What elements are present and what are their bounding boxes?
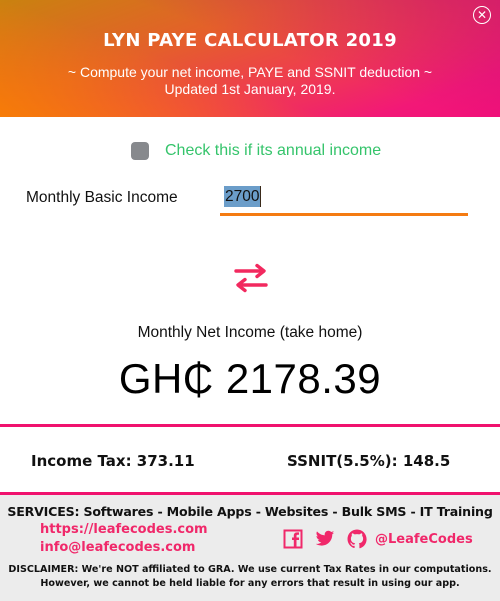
paye-calculator-window: LYN PAYE CALCULATOR 2019 ~ Compute your … xyxy=(0,0,500,601)
breakdown-top-divider xyxy=(0,424,500,427)
swap-arrows-icon[interactable] xyxy=(233,263,269,293)
disclaimer-line-2: However, we cannot be held liable for an… xyxy=(40,578,460,589)
disclaimer-line-1: DISCLAIMER: We're NOT affiliated to GRA.… xyxy=(8,564,492,575)
income-tax-value: Income Tax: 373.11 xyxy=(31,452,195,470)
annual-income-label[interactable]: Check this if its annual income xyxy=(165,142,381,160)
github-icon[interactable] xyxy=(347,529,367,549)
close-icon: ✕ xyxy=(476,8,488,22)
email-link[interactable]: info@leafecodes.com xyxy=(40,540,195,555)
header-banner: LYN PAYE CALCULATOR 2019 ~ Compute your … xyxy=(0,0,500,117)
annual-income-checkbox[interactable] xyxy=(131,142,149,160)
twitter-icon[interactable] xyxy=(315,529,335,549)
monthly-income-value[interactable]: 2700 xyxy=(224,186,262,207)
subtitle-line-2: Updated 1st January, 2019. xyxy=(164,81,336,97)
net-income-label: Monthly Net Income (take home) xyxy=(137,324,363,341)
app-title: LYN PAYE CALCULATOR 2019 xyxy=(103,30,397,51)
disclaimer-text: DISCLAIMER: We're NOT affiliated to GRA.… xyxy=(0,563,500,591)
facebook-icon[interactable] xyxy=(283,529,303,549)
annual-income-toggle[interactable]: Check this if its annual income xyxy=(131,140,381,162)
social-links: @LeafeCodes xyxy=(283,529,473,549)
monthly-income-input[interactable]: 2700 xyxy=(220,184,468,216)
services-text: SERVICES: Softwares - Mobile Apps - Webs… xyxy=(7,504,493,519)
monthly-income-label: Monthly Basic Income xyxy=(26,189,178,206)
website-link[interactable]: https://leafecodes.com xyxy=(40,522,208,537)
app-subtitle: ~ Compute your net income, PAYE and SSNI… xyxy=(0,64,500,98)
close-button[interactable]: ✕ xyxy=(473,6,491,24)
ssnit-value: SSNIT(5.5%): 148.5 xyxy=(287,452,451,470)
net-income-value: GH₵ 2178.39 xyxy=(118,355,382,402)
footer: SERVICES: Softwares - Mobile Apps - Webs… xyxy=(0,495,500,601)
social-handle[interactable]: @LeafeCodes xyxy=(375,532,473,547)
subtitle-line-1: ~ Compute your net income, PAYE and SSNI… xyxy=(67,64,433,80)
